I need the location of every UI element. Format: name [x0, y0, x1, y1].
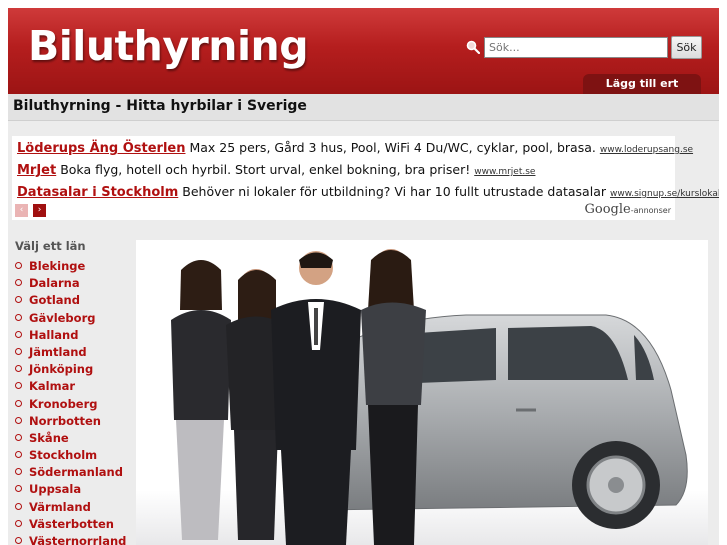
sidebar-item-varmland[interactable]: Värmland: [15, 500, 126, 517]
search-input[interactable]: [484, 37, 668, 58]
site-logo[interactable]: Biluthyrning: [28, 22, 309, 70]
ad-title[interactable]: Datasalar i Stockholm: [17, 185, 178, 200]
sidebar-item-sodermanland[interactable]: Södermanland: [15, 465, 126, 482]
ad-text: Behöver ni lokaler för utbildning? Vi ha…: [182, 184, 606, 199]
sidebar-item-label[interactable]: Uppsala: [29, 482, 81, 496]
sidebar-item-label[interactable]: Norrbotten: [29, 414, 101, 428]
ad-item: Datasalar i Stockholm Behöver ni lokaler…: [17, 184, 719, 200]
sidebar-item-gotland[interactable]: Gotland: [15, 293, 126, 310]
bullet-icon: [15, 279, 22, 287]
bullet-icon: [15, 330, 22, 338]
sidebar-item-norrbotten[interactable]: Norrbotten: [15, 414, 126, 431]
search-button[interactable]: Sök: [671, 36, 702, 59]
ad-next-button[interactable]: ›: [33, 204, 46, 217]
ad-url[interactable]: www.signup.se/kurslokaler: [610, 189, 719, 199]
bullet-icon: [15, 502, 22, 510]
hero-image: [136, 240, 708, 545]
bullet-icon: [15, 313, 22, 321]
ad-title[interactable]: Löderups Äng Österlen: [17, 141, 185, 156]
bullet-icon: [15, 296, 22, 304]
bullet-icon: [15, 347, 22, 355]
sidebar-item-label[interactable]: Jönköping: [29, 362, 93, 376]
sidebar-item-label[interactable]: Halland: [29, 328, 78, 342]
sidebar-item-label[interactable]: Stockholm: [29, 448, 97, 462]
search-icon: [466, 40, 480, 54]
bullet-icon: [15, 416, 22, 424]
ad-prev-button[interactable]: ‹: [15, 204, 28, 217]
ad-item: MrJet Boka flyg, hotell och hyrbil. Stor…: [17, 162, 535, 178]
sidebar-item-kalmar[interactable]: Kalmar: [15, 379, 126, 396]
sidebar-item-label[interactable]: Västerbotten: [29, 517, 114, 531]
ads-suffix: -annonser: [630, 206, 671, 215]
sidebar-item-label[interactable]: Gotland: [29, 293, 80, 307]
ad-block: Löderups Äng Österlen Max 25 pers, Gård …: [12, 136, 719, 220]
site-header: Biluthyrning Sök Lägg till ert företag: [8, 8, 719, 110]
sidebar-item-jonkoping[interactable]: Jönköping: [15, 362, 126, 379]
sidebar-item-vasternorrland[interactable]: Västernorrland: [15, 534, 126, 545]
sidebar-item-skane[interactable]: Skåne: [15, 431, 126, 448]
ad-text: Boka flyg, hotell och hyrbil. Stort urva…: [60, 162, 471, 177]
sidebar-item-label[interactable]: Kronoberg: [29, 397, 98, 411]
sidebar-item-kronoberg[interactable]: Kronoberg: [15, 397, 126, 414]
sidebar-item-label[interactable]: Jämtland: [29, 345, 87, 359]
sidebar-item-label[interactable]: Skåne: [29, 431, 69, 445]
sidebar-item-halland[interactable]: Halland: [15, 328, 126, 345]
sidebar-item-jamtland[interactable]: Jämtland: [15, 345, 126, 362]
bullet-icon: [15, 519, 22, 527]
sidebar-title: Välj ett län: [15, 239, 86, 253]
ad-item: Löderups Äng Österlen Max 25 pers, Gård …: [17, 140, 693, 156]
ad-title[interactable]: MrJet: [17, 163, 56, 178]
google-ads-label[interactable]: Google-annonser: [585, 202, 672, 217]
sidebar-item-label[interactable]: Blekinge: [29, 259, 85, 273]
sidebar-item-label[interactable]: Västernorrland: [29, 534, 126, 545]
bullet-icon: [15, 451, 22, 459]
sidebar-item-label[interactable]: Kalmar: [29, 379, 75, 393]
page-title: Biluthyrning - Hitta hyrbilar i Sverige: [13, 98, 307, 114]
title-bar: Biluthyrning - Hitta hyrbilar i Sverige: [8, 94, 719, 121]
sidebar-item-label[interactable]: Gävleborg: [29, 311, 95, 325]
ad-url[interactable]: www.mrjet.se: [474, 167, 535, 177]
sidebar-item-label[interactable]: Värmland: [29, 500, 91, 514]
sidebar-item-dalarna[interactable]: Dalarna: [15, 276, 126, 293]
sidebar-item-label[interactable]: Södermanland: [29, 465, 123, 479]
bullet-icon: [15, 262, 22, 269]
bullet-icon: [15, 382, 22, 390]
bullet-icon: [15, 468, 22, 476]
bullet-icon: [15, 537, 22, 544]
sidebar-item-stockholm[interactable]: Stockholm: [15, 448, 126, 465]
sidebar-item-label[interactable]: Dalarna: [29, 276, 80, 290]
ad-text: Max 25 pers, Gård 3 hus, Pool, WiFi 4 Du…: [189, 140, 596, 155]
sidebar-item-vasterbotten[interactable]: Västerbotten: [15, 517, 126, 534]
sidebar-item-blekinge[interactable]: Blekinge: [15, 259, 126, 276]
bullet-icon: [15, 365, 22, 373]
region-sidebar: Välj ett län Blekinge Dalarna Gotland Gä…: [8, 239, 136, 545]
add-company-button[interactable]: Lägg till ert företag: [583, 74, 701, 110]
sidebar-item-uppsala[interactable]: Uppsala: [15, 482, 126, 499]
region-list: Blekinge Dalarna Gotland Gävleborg Halla…: [15, 259, 126, 545]
bullet-icon: [15, 433, 22, 441]
bullet-icon: [15, 399, 22, 407]
google-logo: Google: [584, 202, 631, 217]
bullet-icon: [15, 485, 22, 493]
hero-illustration: [136, 240, 708, 545]
ad-url[interactable]: www.loderupsang.se: [600, 145, 693, 155]
page-wrapper: Biluthyrning Sök Lägg till ert företag B…: [8, 8, 719, 545]
sidebar-item-gavleborg[interactable]: Gävleborg: [15, 311, 126, 328]
